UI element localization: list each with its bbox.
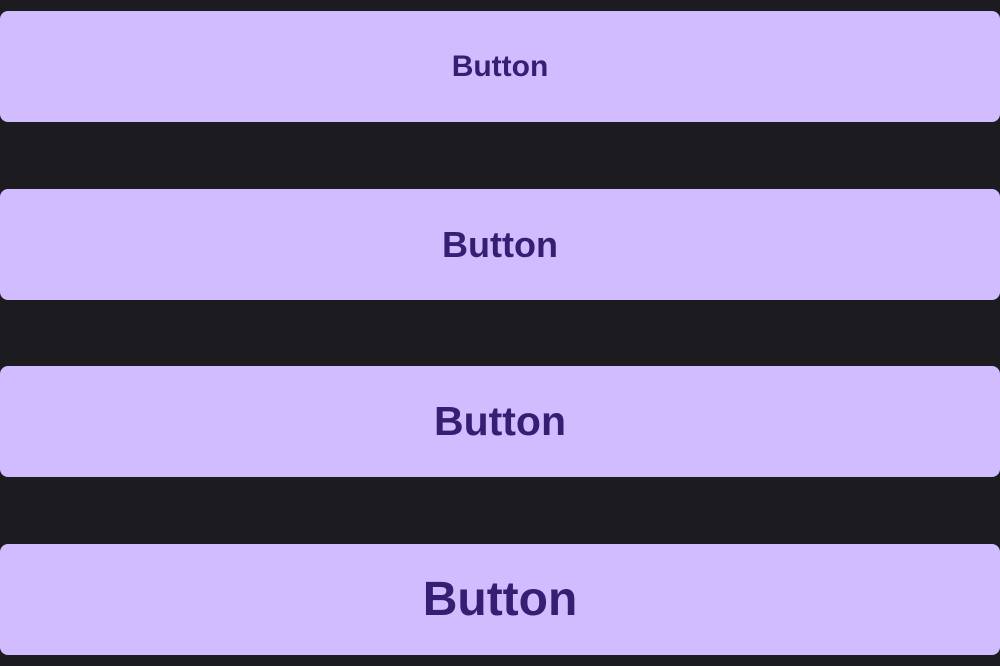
button-4-label: Button bbox=[422, 573, 578, 626]
button-2-label: Button bbox=[442, 223, 558, 265]
button-3-label: Button bbox=[433, 398, 567, 444]
app-screen: { "colors": { "background": "#1c1b1f", "… bbox=[0, 0, 1000, 666]
button-2[interactable]: Button bbox=[0, 189, 1000, 300]
button-1-label: Button bbox=[451, 49, 549, 83]
button-1[interactable]: Button bbox=[0, 11, 1000, 122]
button-3[interactable]: Button bbox=[0, 366, 1000, 477]
button-4[interactable]: Button bbox=[0, 544, 1000, 655]
